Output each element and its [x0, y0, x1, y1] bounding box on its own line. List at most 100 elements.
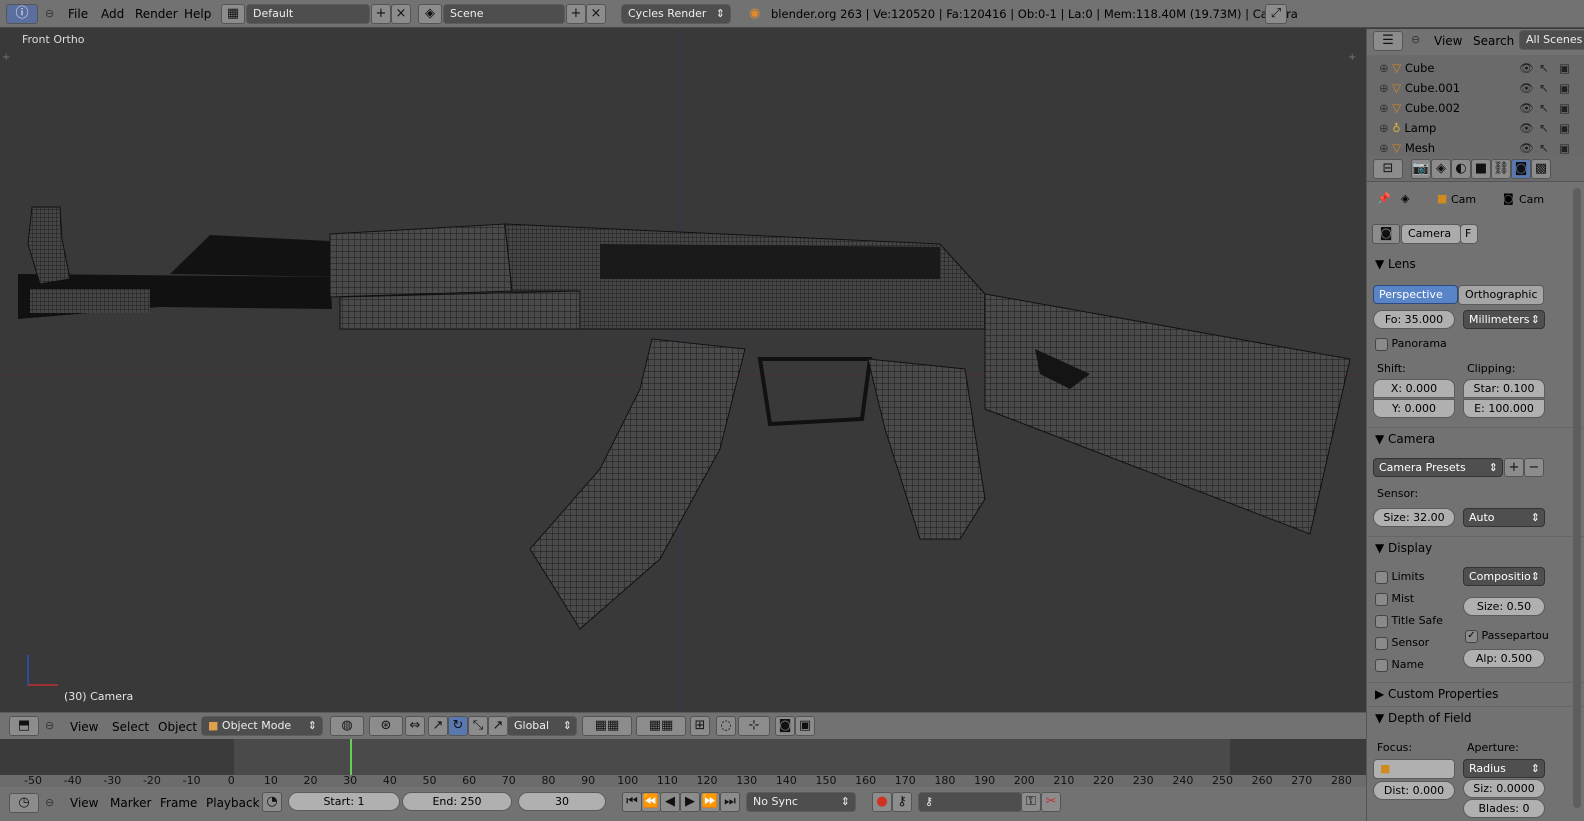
cursor-icon[interactable]: ↖ [1539, 58, 1549, 78]
properties-editor-icon[interactable]: ⊟ [1373, 159, 1403, 179]
cursor-icon[interactable]: ↖ [1539, 78, 1549, 98]
proportional-edit-icon[interactable]: ◌ [716, 716, 736, 736]
name-checkbox[interactable]: Name [1375, 658, 1424, 672]
sensor-size-field[interactable]: Size: 32.00 [1373, 508, 1455, 527]
insert-keyframe-icon[interactable]: ⚿ [1021, 792, 1041, 812]
jump-end-icon[interactable]: ⏭ [720, 792, 740, 812]
outliner-item-cube-002[interactable]: ⊕ ▽ Cube.002 👁 ↖ ▣ [1379, 98, 1579, 118]
play-icon[interactable]: ▶ [680, 792, 700, 812]
outliner-item-cube-001[interactable]: ⊕ ▽ Cube.001 👁 ↖ ▣ [1379, 78, 1579, 98]
jump-keyframe-back-icon[interactable]: ⏪ [641, 792, 661, 812]
cursor-icon[interactable]: ↖ [1539, 118, 1549, 138]
properties-scrollbar[interactable] [1573, 188, 1581, 808]
render-visibility-icon[interactable]: ▣ [1559, 58, 1570, 78]
menu-search[interactable]: Search [1473, 34, 1514, 48]
layers-grid-2[interactable]: ▦▦ [636, 716, 686, 736]
mode-dropdown[interactable]: ■ Object Mode ⇕ [201, 716, 323, 736]
render-tab-icon[interactable]: 📷 [1411, 159, 1431, 179]
perspective-button[interactable]: Perspective [1373, 285, 1458, 304]
menu-view[interactable]: View [70, 796, 98, 810]
current-frame-field[interactable]: 30 [518, 792, 606, 811]
focus-distance-field[interactable]: Dist: 0.000 [1373, 781, 1455, 800]
render-visibility-icon[interactable]: ▣ [1559, 98, 1570, 118]
clip-start-field[interactable]: Star: 0.100 [1463, 379, 1545, 398]
play-reverse-icon[interactable]: ◀ [660, 792, 680, 812]
limits-checkbox[interactable]: Limits [1375, 570, 1425, 584]
collapse-menu-icon[interactable]: ⊖ [1411, 33, 1420, 46]
add-preset-icon[interactable]: + [1504, 458, 1524, 477]
dof-panel-header[interactable]: ▼ Depth of Field [1367, 706, 1584, 728]
collapse-menu-icon[interactable]: ⊖ [45, 7, 54, 20]
menu-view[interactable]: View [70, 720, 98, 734]
remove-scene-icon[interactable]: × [586, 4, 606, 24]
blades-field[interactable]: Blades: 0 [1463, 799, 1545, 818]
eye-icon[interactable]: 👁 [1519, 138, 1534, 158]
remove-layout-icon[interactable]: × [391, 4, 411, 24]
cursor-icon[interactable]: ↖ [1539, 138, 1549, 158]
eye-icon[interactable]: 👁 [1519, 98, 1534, 118]
render-icon[interactable]: ◙ [775, 716, 795, 736]
scale-icon[interactable]: ⤡ [468, 716, 488, 736]
focal-length-field[interactable]: Fo: 35.000 [1373, 310, 1455, 329]
texture-tab-icon[interactable]: ▩ [1531, 159, 1551, 179]
add-layout-icon[interactable]: + [371, 4, 391, 24]
render-visibility-icon[interactable]: ▣ [1559, 138, 1570, 158]
layers-grid-1[interactable]: ▦▦ [582, 716, 632, 736]
object-tab-icon[interactable]: ■ [1471, 159, 1491, 179]
title-safe-checkbox[interactable]: Title Safe [1375, 614, 1443, 628]
preview-range-icon[interactable]: ◔ [262, 792, 282, 812]
camera-data-tab-icon[interactable]: ◙ [1511, 159, 1531, 179]
render-visibility-icon[interactable]: ▣ [1559, 118, 1570, 138]
aperture-size-field[interactable]: Siz: 0.0000 [1463, 779, 1545, 798]
scene-field[interactable]: Scene [443, 4, 565, 24]
lens-unit-dropdown[interactable]: Millimeters ⇕ [1463, 310, 1545, 329]
collapse-menu-icon[interactable]: ⊖ [45, 719, 54, 732]
info-editor-icon[interactable]: ⓘ [6, 4, 38, 24]
lock-camera-icon[interactable]: ⊞ [690, 716, 710, 736]
render-engine-dropdown[interactable]: Cycles Render ⇕ [621, 4, 731, 24]
current-frame-marker[interactable] [350, 739, 352, 775]
camera-datablock-name[interactable]: Camera [1401, 224, 1461, 244]
outliner-editor-icon[interactable]: ☰ [1373, 31, 1403, 51]
record-icon[interactable]: ● [872, 792, 892, 812]
panorama-checkbox[interactable]: Panorama [1375, 337, 1447, 351]
passepartout-alpha-field[interactable]: Alp: 0.500 [1463, 649, 1545, 668]
render-animation-icon[interactable]: ▣ [795, 716, 815, 736]
world-tab-icon[interactable]: ◐ [1451, 159, 1471, 179]
menu-object[interactable]: Object [158, 720, 197, 734]
display-mode-dropdown[interactable]: All Scenes [1519, 30, 1584, 50]
mist-checkbox[interactable]: Mist [1375, 592, 1414, 606]
sensor-fit-dropdown[interactable]: Auto ⇕ [1463, 508, 1545, 527]
pivot-point-icon[interactable]: ⊛ [369, 716, 403, 736]
move-icon[interactable]: ↗ [488, 716, 508, 736]
menu-render[interactable]: Render [135, 7, 178, 21]
sensor-checkbox[interactable]: Sensor [1375, 636, 1429, 650]
3d-viewport[interactable]: + + Front Ortho (30) Camera [0, 29, 1366, 712]
camera-browse-icon[interactable]: ◙ [1372, 224, 1400, 244]
screen-layout-icon[interactable]: ▦ [221, 4, 245, 24]
shift-x-field[interactable]: X: 0.000 [1373, 379, 1455, 398]
rotate-icon[interactable]: ↻ [448, 716, 468, 736]
timeline-editor-icon[interactable]: ◷ [9, 793, 39, 813]
jump-keyframe-forward-icon[interactable]: ⏩ [700, 792, 720, 812]
eye-icon[interactable]: 👁 [1519, 118, 1534, 138]
composition-guides-dropdown[interactable]: Compositio ⇕ [1463, 567, 1545, 586]
camera-panel-header[interactable]: ▼ Camera [1367, 427, 1584, 449]
jump-start-icon[interactable]: ⏮ [622, 792, 642, 812]
orientation-dropdown[interactable]: Global ⇕ [507, 716, 577, 736]
custom-properties-panel-header[interactable]: ▶ Custom Properties [1367, 682, 1584, 704]
orthographic-button[interactable]: Orthographic [1458, 285, 1544, 305]
cursor-icon[interactable]: ↖ [1539, 98, 1549, 118]
timeline-area[interactable] [0, 739, 1366, 775]
clip-end-field[interactable]: E: 100.000 [1463, 399, 1545, 418]
editor-type-icon[interactable]: ⬒ [9, 716, 39, 736]
delete-keyframe-icon[interactable]: ✂ [1041, 792, 1061, 812]
start-frame-field[interactable]: Start: 1 [288, 792, 400, 811]
aperture-type-dropdown[interactable]: Radius ⇕ [1463, 759, 1545, 778]
menu-marker[interactable]: Marker [110, 796, 151, 810]
menu-file[interactable]: File [68, 7, 88, 21]
keying-set-field[interactable]: ⚷ [918, 792, 1022, 812]
snap-icon[interactable]: ⊹ [738, 716, 770, 736]
scene-tab-icon[interactable]: ◈ [1431, 159, 1451, 179]
shift-y-field[interactable]: Y: 0.000 [1373, 399, 1455, 418]
